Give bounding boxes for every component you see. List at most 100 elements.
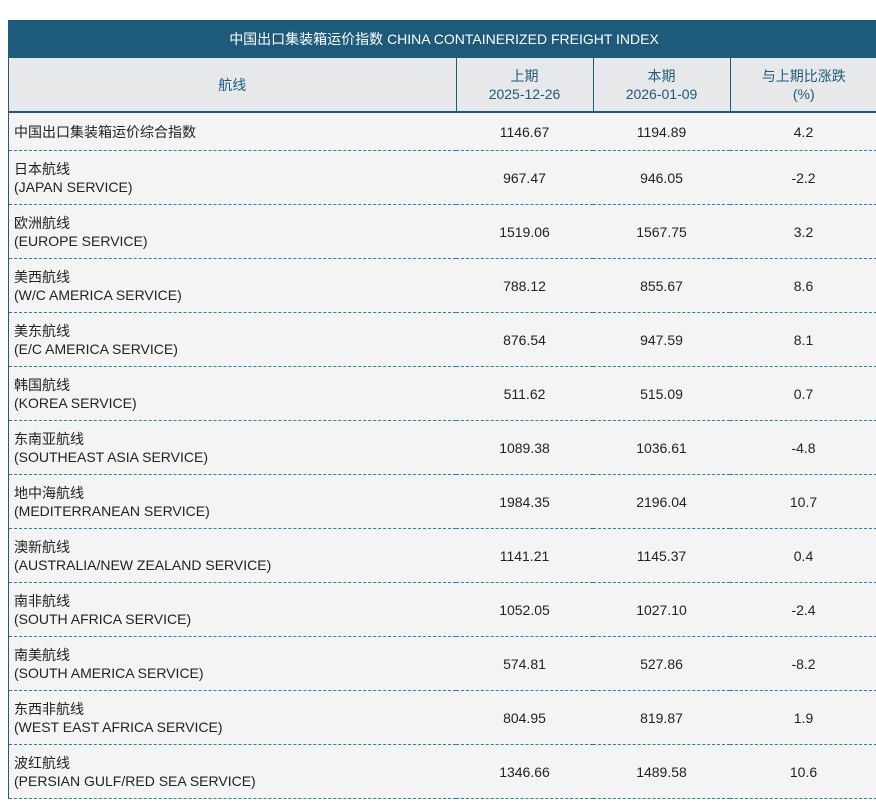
current-value-cell: 515.09 — [593, 366, 730, 421]
change-percent-cell: 10.7 — [730, 474, 876, 529]
change-percent-cell: -8.2 — [730, 636, 876, 691]
previous-value-cell: 967.47 — [456, 150, 593, 205]
freight-index-table-container: 中国出口集装箱运价指数 CHINA CONTAINERIZED FREIGHT … — [8, 20, 876, 799]
table-row: 南非航线 (SOUTH AFRICA SERVICE) 1052.05 1027.10… — [9, 582, 876, 637]
previous-value-cell: 1089.38 — [456, 420, 593, 475]
header-current-label: 本期 — [647, 67, 676, 84]
previous-value-cell: 788.12 — [456, 258, 593, 313]
change-percent-cell: 10.6 — [730, 744, 876, 799]
route-cell: 韩国航线 (KOREA SERVICE) — [9, 366, 456, 421]
route-cell: 地中海航线 (MEDITERRANEAN SERVICE) — [9, 474, 456, 529]
table-row: 南美航线 (SOUTH AMERICA SERVICE) 574.81 527.86-… — [9, 636, 876, 691]
table-row: 地中海航线 (MEDITERRANEAN SERVICE) 1984.35 2196.… — [9, 474, 876, 529]
current-value-cell: 1194.89 — [593, 112, 730, 151]
route-name-cn: 中国出口集装箱运价综合指数 — [14, 123, 196, 140]
previous-value-cell: 574.81 — [456, 636, 593, 691]
header-previous-period: 上期 2025-12-26 — [456, 58, 594, 113]
route-cell: 欧洲航线 (EUROPE SERVICE) — [9, 204, 456, 259]
current-value-cell: 947.59 — [593, 312, 730, 367]
route-name-cn: 美东航线 — [14, 322, 70, 339]
route-name-cn: 波红航线 — [14, 754, 70, 771]
current-value-cell: 1027.10 — [593, 582, 730, 637]
current-value-cell: 1567.75 — [593, 204, 730, 259]
current-value-cell: 1489.58 — [593, 744, 730, 799]
route-cell: 波红航线 (PERSIAN GULF/RED SEA SERVICE) — [9, 744, 456, 799]
route-cell: 澳新航线 (AUSTRALIA/NEW ZEALAND SERVICE) — [9, 528, 456, 583]
change-percent-cell: 3.2 — [730, 204, 876, 259]
header-current-period: 本期 2026-01-09 — [593, 58, 731, 113]
table-row: 美西航线 (W/C AMERICA SERVICE) 788.12 855.67 8.6 — [9, 258, 876, 313]
route-cell: 南美航线 (SOUTH AMERICA SERVICE) — [9, 636, 456, 691]
route-name-en: (SOUTH AFRICA SERVICE) — [14, 610, 192, 627]
change-percent-cell: 0.7 — [730, 366, 876, 421]
change-percent-cell: 8.6 — [730, 258, 876, 313]
current-value-cell: 1145.37 — [593, 528, 730, 583]
previous-value-cell: 1146.67 — [456, 112, 593, 151]
table-row: 东南亚航线 (SOUTHEAST ASIA SERVICE) 1089.38 1036… — [9, 420, 876, 475]
route-name-cn: 韩国航线 — [14, 376, 70, 393]
route-name-cn: 日本航线 — [14, 160, 70, 177]
header-current-date: 2026-01-09 — [625, 85, 698, 102]
route-name-en: (EUROPE SERVICE) — [14, 232, 148, 249]
change-percent-cell: -4.8 — [730, 420, 876, 475]
current-value-cell: 527.86 — [593, 636, 730, 691]
route-cell: 南非航线 (SOUTH AFRICA SERVICE) — [9, 582, 456, 637]
route-name-en: (KOREA SERVICE) — [14, 394, 137, 411]
route-cell: 中国出口集装箱运价综合指数 — [9, 112, 456, 151]
current-value-cell: 2196.04 — [593, 474, 730, 529]
table-row: 欧洲航线 (EUROPE SERVICE) 1519.06 1567.75 3.2 — [9, 204, 876, 259]
change-percent-cell: 1.9 — [730, 690, 876, 745]
route-name-en: (E/C AMERICA SERVICE) — [14, 340, 178, 357]
previous-value-cell: 804.95 — [456, 690, 593, 745]
table-row: 日本航线 (JAPAN SERVICE) 967.47 946.05 -2.2 — [9, 150, 876, 205]
previous-value-cell: 876.54 — [456, 312, 593, 367]
route-name-cn: 美西航线 — [14, 268, 70, 285]
table-header: 航线 上期 2025-12-26 本期 2026-01-09 与上期比涨跌 (%… — [9, 58, 876, 113]
route-name-en: (W/C AMERICA SERVICE) — [14, 286, 182, 303]
previous-value-cell: 1519.06 — [456, 204, 593, 259]
change-percent-cell: 0.4 — [730, 528, 876, 583]
route-name-cn: 东西非航线 — [14, 700, 84, 717]
header-previous-date: 2025-12-26 — [488, 85, 561, 102]
route-name-cn: 澳新航线 — [14, 538, 70, 555]
route-name-en: (SOUTH AMERICA SERVICE) — [14, 664, 204, 681]
route-cell: 东南亚航线 (SOUTHEAST ASIA SERVICE) — [9, 420, 456, 475]
route-name-cn: 欧洲航线 — [14, 214, 70, 231]
table-row: 美东航线 (E/C AMERICA SERVICE) 876.54 947.59 8.1 — [9, 312, 876, 367]
previous-value-cell: 1141.21 — [456, 528, 593, 583]
route-name-en: (WEST EAST AFRICA SERVICE) — [14, 718, 223, 735]
current-value-cell: 1036.61 — [593, 420, 730, 475]
route-name-cn: 南美航线 — [14, 646, 70, 663]
route-name-en: (MEDITERRANEAN SERVICE) — [14, 502, 210, 519]
header-change-unit: (%) — [792, 85, 815, 102]
table-row: 韩国航线 (KOREA SERVICE) 511.62 515.09 0.7 — [9, 366, 876, 421]
route-name-cn: 地中海航线 — [14, 484, 84, 501]
route-name-en: (AUSTRALIA/NEW ZEALAND SERVICE) — [14, 556, 272, 573]
table-body: 中国出口集装箱运价综合指数 1146.67 1194.89 4.2 日本航线 (JAPAN… — [9, 112, 876, 799]
table-row: 澳新航线 (AUSTRALIA/NEW ZEALAND SERVICE) 1141.… — [9, 528, 876, 583]
route-cell: 东西非航线 (WEST EAST AFRICA SERVICE) — [9, 690, 456, 745]
previous-value-cell: 1052.05 — [456, 582, 593, 637]
current-value-cell: 855.67 — [593, 258, 730, 313]
route-name-en: (SOUTHEAST ASIA SERVICE) — [14, 448, 208, 465]
current-value-cell: 946.05 — [593, 150, 730, 205]
route-cell: 美西航线 (W/C AMERICA SERVICE) — [9, 258, 456, 313]
table-row: 中国出口集装箱运价综合指数 1146.67 1194.89 4.2 — [9, 112, 876, 151]
route-cell: 美东航线 (E/C AMERICA SERVICE) — [9, 312, 456, 367]
header-previous-label: 上期 — [510, 67, 539, 84]
previous-value-cell: 511.62 — [456, 366, 593, 421]
header-route: 航线 — [9, 58, 457, 113]
change-percent-cell: 8.1 — [730, 312, 876, 367]
table-row: 波红航线 (PERSIAN GULF/RED SEA SERVICE) 1346.6… — [9, 744, 876, 799]
freight-index-table: 航线 上期 2025-12-26 本期 2026-01-09 与上期比涨跌 (%… — [9, 58, 876, 799]
change-percent-cell: -2.4 — [730, 582, 876, 637]
header-change: 与上期比涨跌 (%) — [730, 58, 876, 113]
header-route-label: 航线 — [218, 76, 247, 93]
route-name-cn: 南非航线 — [14, 592, 70, 609]
route-name-en: (JAPAN SERVICE) — [14, 178, 133, 195]
route-cell: 日本航线 (JAPAN SERVICE) — [9, 150, 456, 205]
current-value-cell: 819.87 — [593, 690, 730, 745]
table-title: 中国出口集装箱运价指数 CHINA CONTAINERIZED FREIGHT … — [9, 20, 876, 58]
previous-value-cell: 1346.66 — [456, 744, 593, 799]
header-change-label: 与上期比涨跌 — [761, 67, 846, 84]
